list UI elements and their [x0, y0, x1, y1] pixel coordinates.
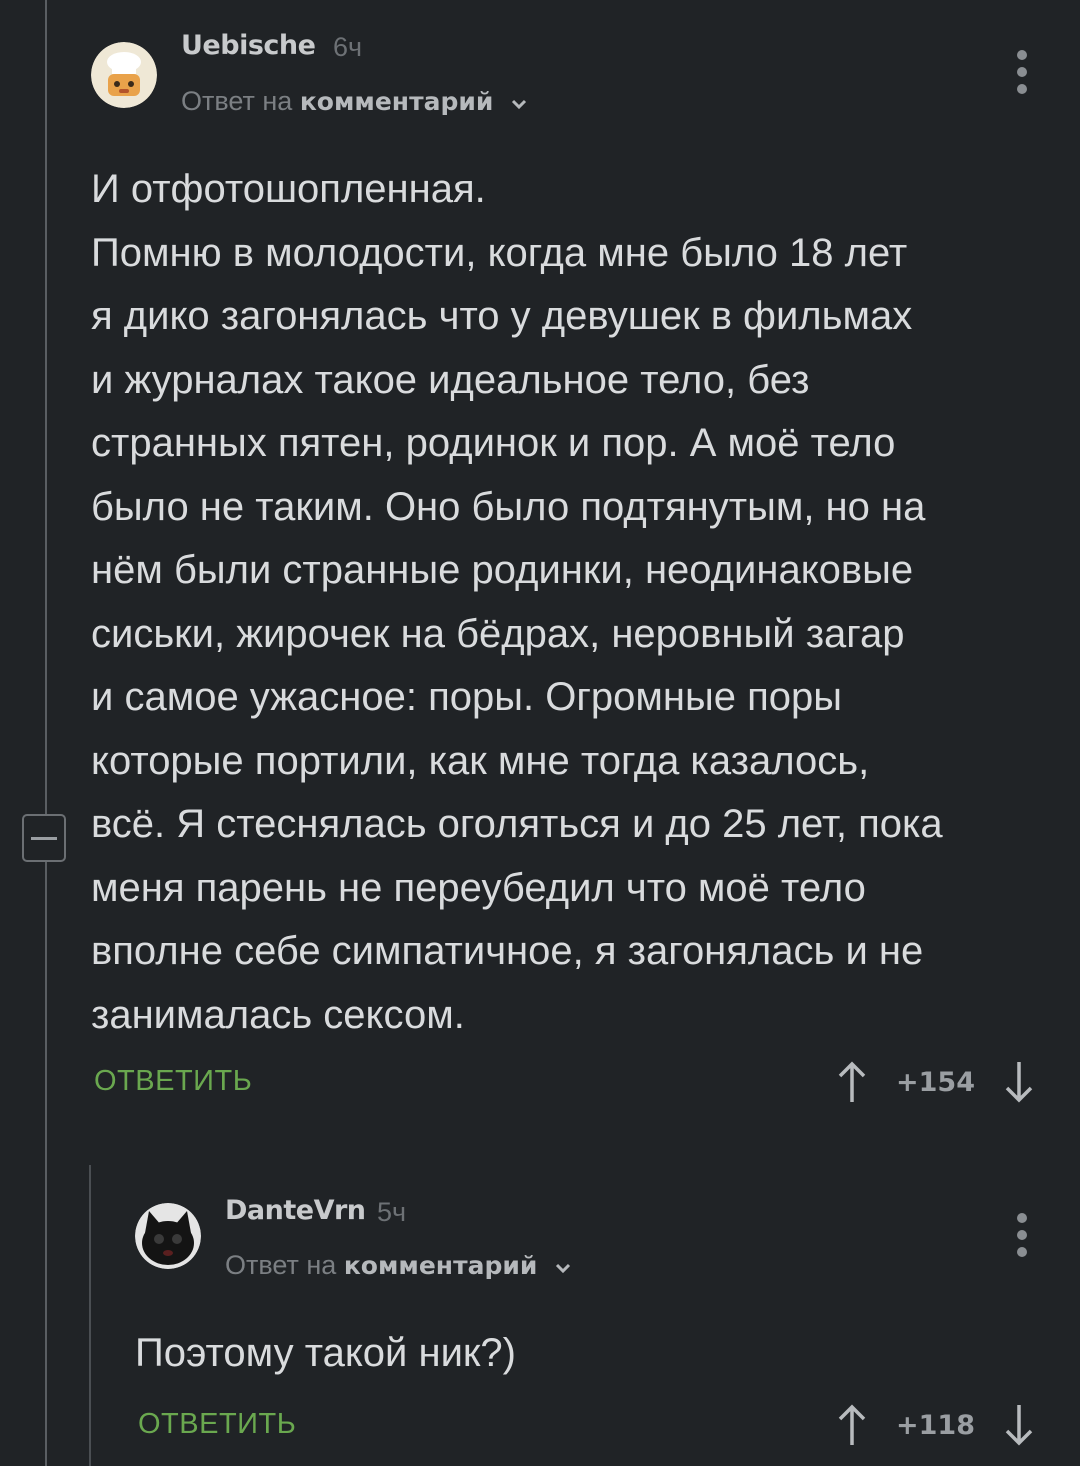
more-options-icon[interactable]	[1015, 1213, 1029, 1257]
downvote-arrow-icon[interactable]	[1003, 1060, 1035, 1104]
reply-to-comment-link[interactable]: комментарий	[344, 1251, 538, 1280]
cat-chef-avatar-icon	[91, 42, 157, 108]
vote-controls: +154	[836, 1060, 1035, 1104]
thread-line	[45, 0, 47, 1466]
chevron-down-icon[interactable]	[511, 87, 527, 118]
chevron-down-icon[interactable]	[555, 1251, 571, 1282]
vote-controls: +118	[836, 1403, 1035, 1447]
comment-text: И отфотошопленная. Помню в молодости, ко…	[91, 167, 943, 1037]
downvote-arrow-icon[interactable]	[1003, 1403, 1035, 1447]
upvote-arrow-icon[interactable]	[836, 1060, 868, 1104]
reply-to-line: Ответ на комментарий	[225, 1250, 571, 1282]
reply-button[interactable]: ОТВЕТИТЬ	[94, 1065, 252, 1098]
collapse-thread-button[interactable]	[22, 814, 66, 862]
minus-icon	[31, 836, 57, 840]
reply-to-prefix: Ответ на	[225, 1250, 337, 1280]
comment-time: 5ч	[377, 1197, 407, 1227]
reply-to-comment-link[interactable]: комментарий	[300, 87, 494, 116]
username[interactable]: DanteVrn	[225, 1195, 366, 1226]
reply-button[interactable]: ОТВЕТИТЬ	[138, 1408, 296, 1441]
nested-thread-line	[89, 1165, 91, 1466]
avatar[interactable]	[135, 1203, 201, 1269]
username[interactable]: Uebische	[181, 30, 316, 61]
more-options-icon[interactable]	[1015, 50, 1029, 94]
comment-time: 6ч	[333, 32, 363, 62]
avatar[interactable]	[91, 42, 157, 108]
upvote-arrow-icon[interactable]	[836, 1403, 868, 1447]
reply-to-prefix: Ответ на	[181, 86, 293, 116]
vote-score: +118	[896, 1409, 975, 1441]
comment-text: Поэтому такой ник?)	[135, 1331, 516, 1375]
black-cat-avatar-icon	[135, 1203, 201, 1269]
reply-to-line: Ответ на комментарий	[181, 86, 527, 118]
vote-score: +154	[896, 1066, 975, 1098]
